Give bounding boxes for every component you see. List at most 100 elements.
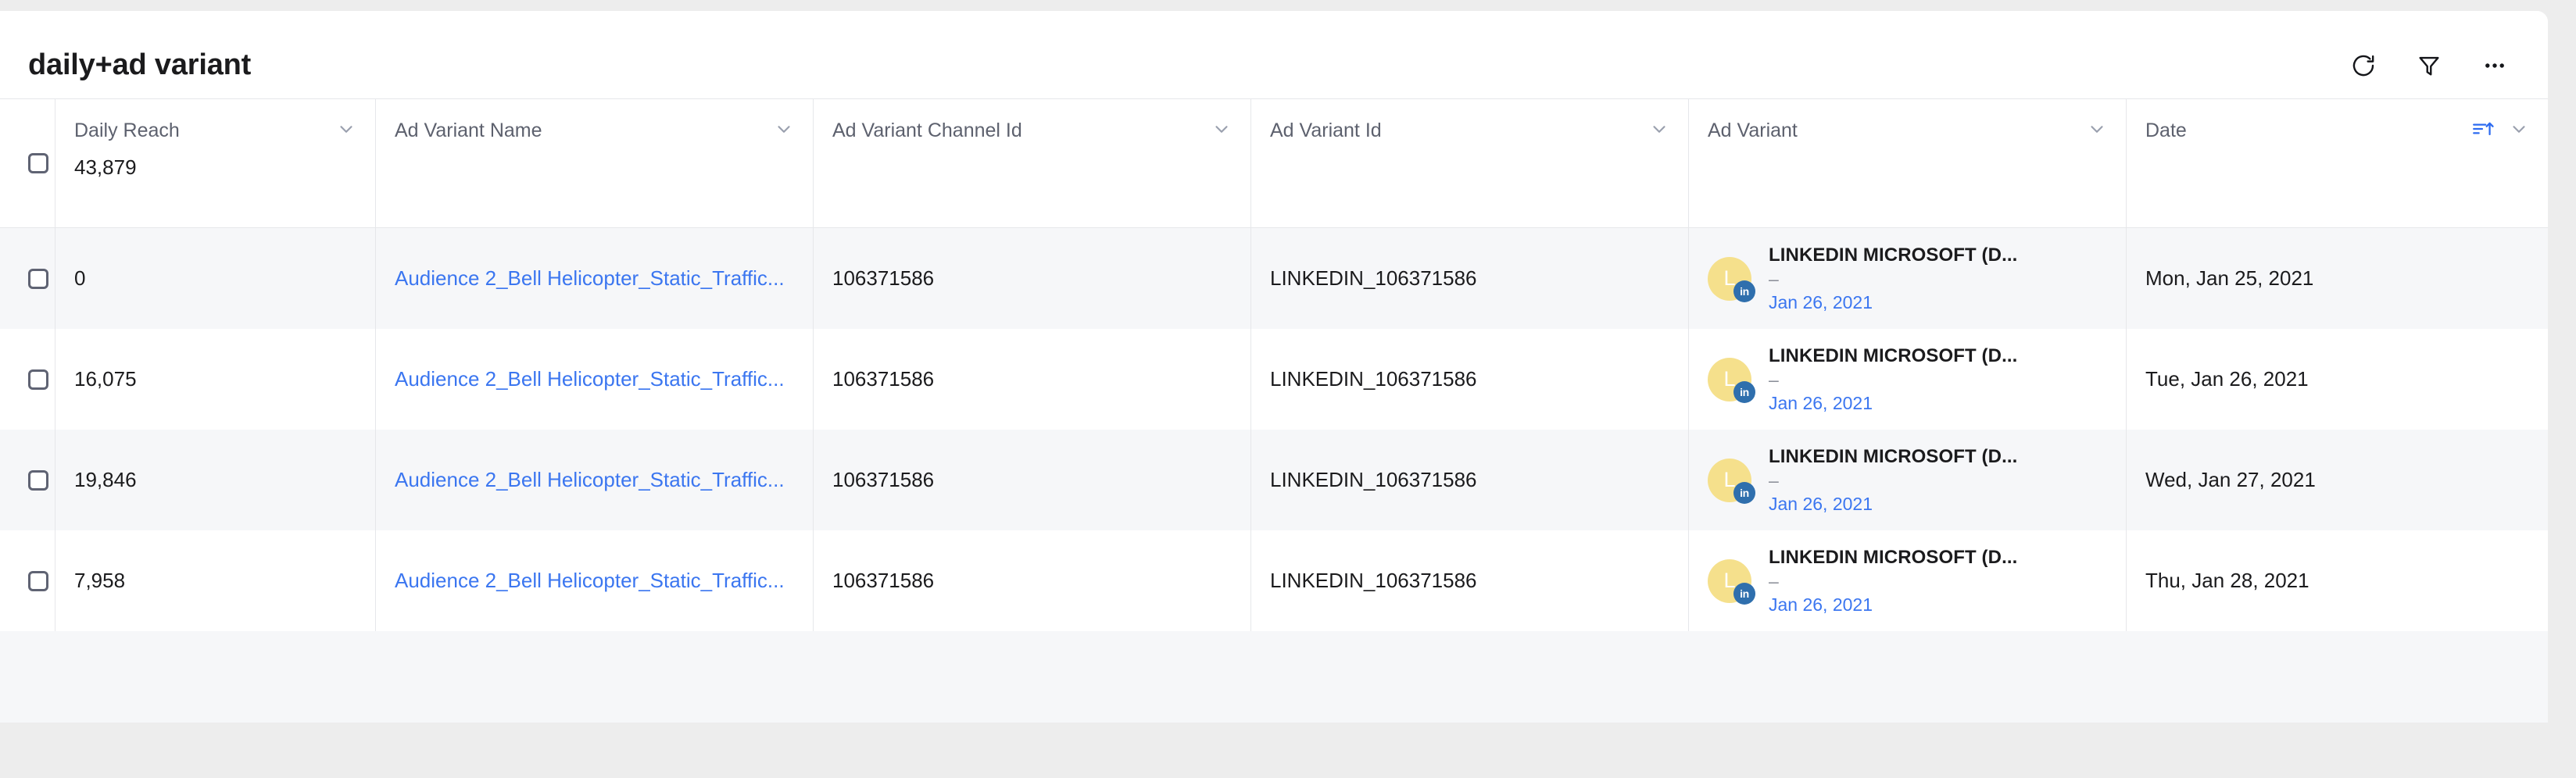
row-checkbox[interactable] — [28, 469, 48, 491]
more-horizontal-icon — [2481, 52, 2508, 79]
cell-value: Mon, Jan 25, 2021 — [2145, 266, 2314, 290]
cell-value: LINKEDIN_106371586 — [1270, 569, 1477, 592]
linkedin-badge-icon: in — [1733, 280, 1755, 302]
cell-ad-variant-name[interactable]: Audience 2_Bell Helicopter_Static_Traffi… — [375, 228, 813, 329]
cell-ad-variant: L in LINKEDIN MICROSOFT (D... – Jan 26, … — [1688, 530, 2126, 631]
cell-ad-variant-name[interactable]: Audience 2_Bell Helicopter_Static_Traffi… — [375, 329, 813, 430]
column-header-date[interactable]: Date — [2126, 99, 2548, 227]
select-all-cell — [0, 99, 55, 227]
filter-button[interactable] — [2413, 50, 2445, 81]
cell-daily-reach: 7,958 — [55, 530, 375, 631]
cell-ad-variant-id: LINKEDIN_106371586 — [1250, 228, 1688, 329]
table-row[interactable]: 7,958 Audience 2_Bell Helicopter_Static_… — [0, 530, 2548, 631]
cell-daily-reach: 0 — [55, 228, 375, 329]
row-checkbox[interactable] — [28, 570, 48, 591]
cell-value: 7,958 — [74, 569, 126, 592]
ad-variant-title: LINKEDIN MICROSOFT (D... — [1769, 244, 2018, 266]
cell-ad-variant: L in LINKEDIN MICROSOFT (D... – Jan 26, … — [1688, 430, 2126, 530]
ad-variant-name-link[interactable]: Audience 2_Bell Helicopter_Static_Traffi… — [395, 266, 794, 291]
row-checkbox[interactable] — [28, 268, 48, 289]
ad-variant-date-link[interactable]: Jan 26, 2021 — [1769, 594, 2017, 615]
table-header-row: Daily Reach 43,879 Ad Variant Name Ad Va… — [0, 99, 2548, 228]
table-card: daily+ad variant Daily Reach 43,879 Ad V… — [0, 11, 2548, 723]
cell-ad-variant-name[interactable]: Audience 2_Bell Helicopter_Static_Traffi… — [375, 530, 813, 631]
cell-date: Thu, Jan 28, 2021 — [2126, 530, 2548, 631]
sort-ascending-icon[interactable] — [2471, 119, 2495, 143]
ad-variant-name-link[interactable]: Audience 2_Bell Helicopter_Static_Traffi… — [395, 468, 794, 492]
cell-ad-variant-channel-id: 106371586 — [813, 430, 1250, 530]
row-select-cell — [0, 530, 55, 631]
chevron-down-icon[interactable] — [2087, 119, 2107, 143]
column-label: Ad Variant Id — [1270, 119, 1382, 141]
cell-value: 16,075 — [74, 367, 137, 391]
column-header-ad-variant-channel-id[interactable]: Ad Variant Channel Id — [813, 99, 1250, 227]
table-row[interactable]: 16,075 Audience 2_Bell Helicopter_Static… — [0, 329, 2548, 430]
table-row[interactable]: 19,846 Audience 2_Bell Helicopter_Static… — [0, 430, 2548, 530]
chevron-down-icon[interactable] — [1649, 119, 1669, 143]
ad-variant-subtitle: – — [1769, 571, 1779, 592]
cell-value: Thu, Jan 28, 2021 — [2145, 569, 2309, 592]
linkedin-badge-icon: in — [1733, 481, 1755, 504]
avatar: L in — [1708, 256, 1755, 302]
cell-ad-variant-name[interactable]: Audience 2_Bell Helicopter_Static_Traffi… — [375, 430, 813, 530]
more-options-button[interactable] — [2479, 50, 2510, 81]
filter-icon — [2416, 52, 2442, 79]
avatar: L in — [1708, 458, 1755, 504]
column-label: Daily Reach — [74, 119, 180, 141]
column-aggregate-daily-reach: 43,879 — [74, 155, 137, 179]
chevron-down-icon[interactable] — [774, 119, 794, 143]
ad-variant-name-link[interactable]: Audience 2_Bell Helicopter_Static_Traffi… — [395, 367, 794, 391]
cell-date: Wed, Jan 27, 2021 — [2126, 430, 2548, 530]
refresh-icon — [2350, 52, 2377, 79]
table-row[interactable]: 0 Audience 2_Bell Helicopter_Static_Traf… — [0, 228, 2548, 329]
cell-value: 0 — [74, 266, 86, 290]
ad-variant-title: LINKEDIN MICROSOFT (D... — [1769, 345, 2018, 367]
cell-ad-variant-id: LINKEDIN_106371586 — [1250, 530, 1688, 631]
column-label: Ad Variant — [1708, 119, 1798, 141]
ad-variant-name-link[interactable]: Audience 2_Bell Helicopter_Static_Traffi… — [395, 569, 794, 593]
column-header-daily-reach[interactable]: Daily Reach 43,879 — [55, 99, 375, 227]
cell-ad-variant-id: LINKEDIN_106371586 — [1250, 329, 1688, 430]
cell-value: LINKEDIN_106371586 — [1270, 468, 1477, 491]
cell-value: Wed, Jan 27, 2021 — [2145, 468, 2316, 491]
cell-value: 106371586 — [832, 468, 935, 491]
ad-variant-subtitle: – — [1769, 269, 1779, 290]
ad-variant-subtitle: – — [1769, 470, 1779, 491]
avatar: L in — [1708, 559, 1755, 605]
cell-date: Mon, Jan 25, 2021 — [2126, 228, 2548, 329]
column-header-ad-variant-id[interactable]: Ad Variant Id — [1250, 99, 1688, 227]
refresh-button[interactable] — [2348, 50, 2379, 81]
ad-variant-date-link[interactable]: Jan 26, 2021 — [1769, 393, 2017, 413]
cell-value: 19,846 — [74, 468, 137, 491]
column-label: Ad Variant Channel Id — [832, 119, 1022, 141]
page-title: daily+ad variant — [28, 48, 252, 81]
cell-value: 106371586 — [832, 367, 935, 391]
cell-ad-variant-channel-id: 106371586 — [813, 329, 1250, 430]
data-table: Daily Reach 43,879 Ad Variant Name Ad Va… — [0, 98, 2548, 723]
cell-daily-reach: 16,075 — [55, 329, 375, 430]
linkedin-badge-icon: in — [1733, 582, 1755, 605]
row-select-cell — [0, 329, 55, 430]
chevron-down-icon[interactable] — [2509, 119, 2529, 143]
cell-ad-variant-channel-id: 106371586 — [813, 530, 1250, 631]
select-all-checkbox[interactable] — [28, 153, 48, 173]
cell-date: Tue, Jan 26, 2021 — [2126, 329, 2548, 430]
cell-value: LINKEDIN_106371586 — [1270, 266, 1477, 290]
column-header-ad-variant-name[interactable]: Ad Variant Name — [375, 99, 813, 227]
ad-variant-date-link[interactable]: Jan 26, 2021 — [1769, 292, 2017, 312]
page-root: daily+ad variant Daily Reach 43,879 Ad V… — [0, 0, 2576, 778]
column-label: Date — [2145, 119, 2187, 141]
cell-ad-variant: L in LINKEDIN MICROSOFT (D... – Jan 26, … — [1688, 329, 2126, 430]
cell-value: 106371586 — [832, 266, 935, 290]
row-checkbox[interactable] — [28, 369, 48, 390]
ad-variant-date-link[interactable]: Jan 26, 2021 — [1769, 494, 2017, 514]
cell-ad-variant-id: LINKEDIN_106371586 — [1250, 430, 1688, 530]
cell-value: 106371586 — [832, 569, 935, 592]
row-select-cell — [0, 228, 55, 329]
cell-value: Tue, Jan 26, 2021 — [2145, 367, 2309, 391]
column-header-ad-variant[interactable]: Ad Variant — [1688, 99, 2126, 227]
cell-value: LINKEDIN_106371586 — [1270, 367, 1477, 391]
chevron-down-icon[interactable] — [336, 119, 356, 143]
ad-variant-title: LINKEDIN MICROSOFT (D... — [1769, 547, 2018, 569]
chevron-down-icon[interactable] — [1211, 119, 1232, 143]
